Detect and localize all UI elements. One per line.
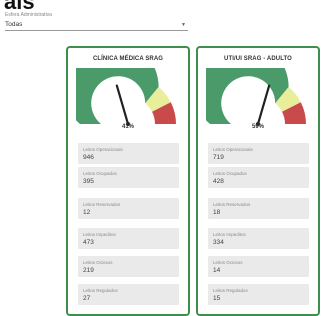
stat-value: 12 [83, 209, 91, 216]
stat-value: 334 [213, 239, 224, 246]
stat-label: Leitos Regulados [213, 288, 248, 293]
stat-leitos-regulados: Leitos Regulados 15 [208, 284, 309, 305]
stat-leitos-ocupados: Leitos Ocupados 395 [78, 167, 179, 188]
stat-leitos-ociosos: Leitos Ociosos 14 [208, 256, 309, 277]
card-uti-ui-srag-adulto: UTI/UI SRAG - ADULTO 59% Leitos Operacio… [196, 46, 320, 316]
stat-leitos-regulados: Leitos Regulados 27 [78, 284, 179, 305]
stat-label: Leitos Operacionais [213, 147, 253, 152]
stat-label: Leitos Reservados [83, 202, 121, 207]
gauge-band-green [206, 68, 289, 124]
stat-value: 719 [213, 154, 224, 161]
stat-label: Leitos Ocupados [213, 171, 247, 176]
stat-value: 15 [213, 295, 221, 302]
stat-label: Leitos Reservados [213, 202, 251, 207]
stat-label: Leitos Impeditos [83, 232, 116, 237]
stat-value: 946 [83, 154, 94, 161]
stat-label: Leitos Regulados [83, 288, 118, 293]
stat-label: Leitos Ociosos [213, 260, 243, 265]
stat-leitos-operacionais: Leitos Operacionais 946 [78, 143, 179, 164]
stat-leitos-reservados: Leitos Reservados 12 [78, 198, 179, 219]
gauge-needle [256, 84, 271, 126]
stat-label: Leitos Operacionais [83, 147, 123, 152]
stat-value: 473 [83, 239, 94, 246]
stat-leitos-ocupados: Leitos Ocupados 428 [208, 167, 309, 188]
gauge-value: 59% [251, 124, 264, 130]
stat-label: Leitos Ociosos [83, 260, 113, 265]
card-title: UTI/UI SRAG - ADULTO [224, 56, 292, 62]
stat-label: Leitos Impeditos [213, 232, 246, 237]
stat-value: 395 [83, 178, 94, 185]
card-title: CLÍNICA MÉDICA SRAG [92, 56, 164, 62]
card-clinica-medica-srag: CLÍNICA MÉDICA SRAG 41% Leitos Operacion… [66, 46, 190, 316]
filter-label: Esfera Administrativa [5, 12, 52, 18]
esfera-administrativa-select[interactable]: Todas ▼ [5, 19, 188, 31]
gauge-needle [115, 84, 130, 126]
stat-value: 219 [83, 267, 94, 274]
stat-leitos-impeditos: Leitos Impeditos 334 [208, 228, 309, 249]
stat-value: 428 [213, 178, 224, 185]
chevron-down-icon[interactable]: ▼ [181, 22, 186, 28]
stat-label: Leitos Ocupados [83, 171, 117, 176]
stat-leitos-ociosos: Leitos Ociosos 219 [78, 256, 179, 277]
stat-leitos-operacionais: Leitos Operacionais 719 [208, 143, 309, 164]
stat-value: 27 [83, 295, 91, 302]
stat-leitos-reservados: Leitos Reservados 18 [208, 198, 309, 219]
gauge-value: 41% [121, 124, 134, 130]
filter-selected-value: Todas [5, 21, 23, 28]
gauge-band-green [76, 68, 159, 124]
stat-leitos-impeditos: Leitos Impeditos 473 [78, 228, 179, 249]
stat-value: 14 [213, 267, 221, 274]
stat-value: 18 [213, 209, 221, 216]
